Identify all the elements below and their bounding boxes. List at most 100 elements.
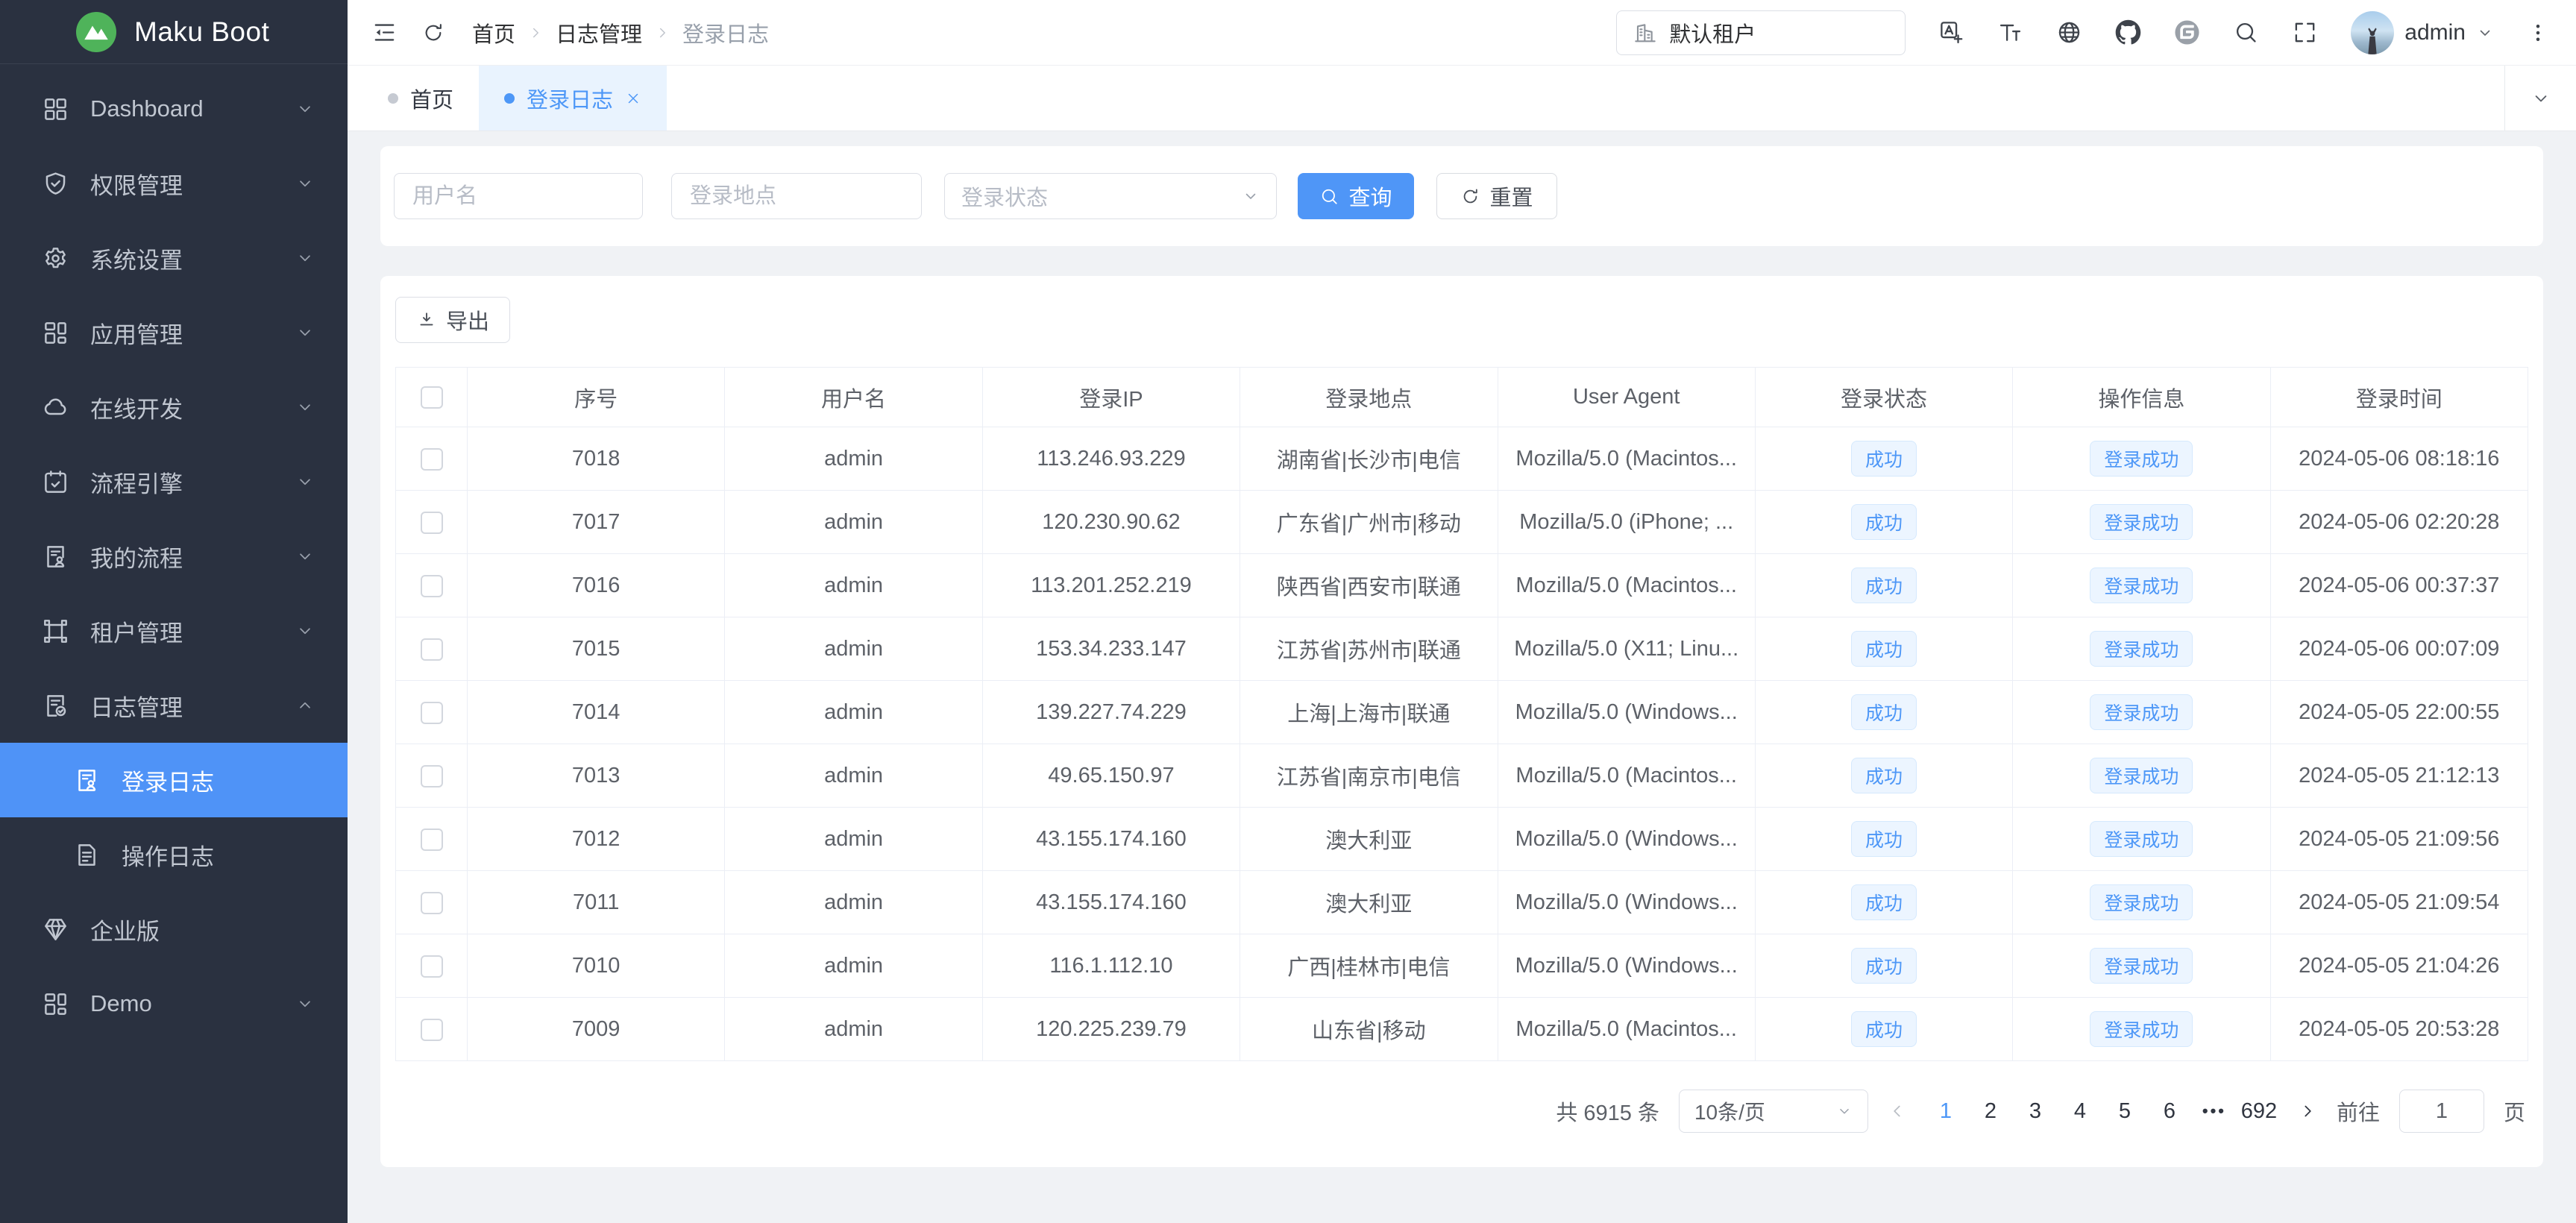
more-pages-icon[interactable]: ••• — [2195, 1090, 2234, 1133]
username-input[interactable] — [394, 173, 643, 219]
tab-list-dropdown[interactable] — [2504, 66, 2576, 131]
breadcrumb-log-management[interactable]: 日志管理 — [556, 17, 642, 48]
operation-badge[interactable]: 登录成功 — [2090, 504, 2193, 540]
status-badge: 成功 — [1851, 884, 1917, 920]
table-row: 7018 admin 113.246.93.229 湖南省|长沙市|电信 Moz… — [396, 427, 2528, 491]
page-number[interactable]: 5 — [2105, 1090, 2144, 1133]
sidebar-item-log-management[interactable]: 日志管理 — [0, 668, 348, 743]
page-number[interactable]: 4 — [2061, 1090, 2099, 1133]
github-icon[interactable] — [2115, 19, 2141, 45]
operation-badge[interactable]: 登录成功 — [2090, 1011, 2193, 1047]
page-number[interactable]: 6 — [2150, 1090, 2189, 1133]
sidebar-item-dashboard[interactable]: Dashboard — [0, 72, 348, 146]
cell-time: 2024-05-05 21:09:56 — [2270, 808, 2528, 871]
sidebar-item-operation-log[interactable]: 操作日志 — [0, 817, 348, 892]
operation-badge[interactable]: 登录成功 — [2090, 631, 2193, 667]
collapse-sidebar-icon[interactable] — [371, 19, 398, 45]
reset-button[interactable]: 重置 — [1436, 173, 1557, 219]
refresh-icon[interactable] — [421, 21, 445, 45]
chevron-down-icon — [2531, 88, 2551, 109]
translate-icon[interactable] — [1938, 19, 1964, 45]
operation-badge[interactable]: 登录成功 — [2090, 948, 2193, 984]
search-icon[interactable] — [2233, 19, 2259, 45]
close-icon[interactable] — [625, 90, 641, 107]
cell-useragent: Mozilla/5.0 (Macintos... — [1498, 427, 1755, 491]
row-checkbox[interactable] — [421, 765, 443, 787]
operation-badge[interactable]: 登录成功 — [2090, 821, 2193, 857]
shield-icon — [42, 170, 69, 198]
chevron-down-icon — [295, 994, 315, 1013]
sidebar-item-workflow-engine[interactable]: 流程引擎 — [0, 444, 348, 519]
document-icon — [73, 841, 101, 869]
page-size-select[interactable]: 10条/页 — [1679, 1090, 1868, 1133]
cell-ip: 120.230.90.62 — [982, 491, 1240, 554]
tab-login-log[interactable]: 登录日志 — [479, 66, 667, 131]
gitee-icon[interactable] — [2174, 19, 2200, 45]
goto-label: 前往 — [2337, 1095, 2380, 1127]
col-header-username: 用户名 — [725, 368, 982, 427]
row-checkbox[interactable] — [421, 512, 443, 534]
cell-username: admin — [725, 934, 982, 998]
operation-badge[interactable]: 登录成功 — [2090, 441, 2193, 477]
operation-badge[interactable]: 登录成功 — [2090, 568, 2193, 603]
row-checkbox[interactable] — [421, 638, 443, 661]
search-button[interactable]: 查询 — [1298, 173, 1414, 219]
fullscreen-icon[interactable] — [2292, 19, 2318, 45]
row-checkbox[interactable] — [421, 1019, 443, 1041]
cell-index: 7018 — [468, 427, 725, 491]
operation-badge[interactable]: 登录成功 — [2090, 884, 2193, 920]
sidebar-item-login-log[interactable]: 登录日志 — [0, 743, 348, 817]
pagination: 共 6915 条 10条/页 1 2 3 4 5 6 ••• 692 — [395, 1090, 2528, 1133]
more-options-icon[interactable] — [2527, 22, 2549, 44]
select-all-checkbox[interactable] — [421, 386, 443, 409]
table-row: 7013 admin 49.65.150.97 江苏省|南京市|电信 Mozil… — [396, 744, 2528, 808]
sidebar-item-enterprise[interactable]: 企业版 — [0, 892, 348, 966]
page-number-last[interactable]: 692 — [2240, 1090, 2278, 1133]
row-checkbox[interactable] — [421, 955, 443, 978]
cell-username: admin — [725, 554, 982, 617]
globe-icon[interactable] — [2056, 19, 2082, 45]
prev-page-button[interactable] — [1888, 1101, 1907, 1121]
cell-useragent: Mozilla/5.0 (Windows... — [1498, 934, 1755, 998]
next-page-button[interactable] — [2298, 1101, 2317, 1121]
sidebar-item-system-settings[interactable]: 系统设置 — [0, 221, 348, 295]
row-checkbox[interactable] — [421, 448, 443, 471]
cell-ip: 43.155.174.160 — [982, 808, 1240, 871]
cell-index: 7015 — [468, 617, 725, 681]
row-checkbox[interactable] — [421, 702, 443, 724]
page-number[interactable]: 3 — [2016, 1090, 2055, 1133]
sidebar-item-application[interactable]: 应用管理 — [0, 295, 348, 370]
operation-badge[interactable]: 登录成功 — [2090, 758, 2193, 793]
cell-username: admin — [725, 427, 982, 491]
operation-badge[interactable]: 登录成功 — [2090, 694, 2193, 730]
cell-ip: 113.201.252.219 — [982, 554, 1240, 617]
font-size-icon[interactable] — [1997, 19, 2023, 45]
sidebar-item-tenant[interactable]: 租户管理 — [0, 594, 348, 668]
cell-location: 山东省|移动 — [1240, 998, 1498, 1061]
main-area: 首页 日志管理 登录日志 默认租户 ad — [348, 0, 2576, 1223]
sidebar-item-permission[interactable]: 权限管理 — [0, 146, 348, 221]
export-button[interactable]: 导出 — [395, 297, 510, 343]
breadcrumb-home[interactable]: 首页 — [472, 17, 515, 48]
chevron-down-icon — [1242, 187, 1260, 205]
row-checkbox[interactable] — [421, 892, 443, 914]
sidebar-item-my-workflow[interactable]: 我的流程 — [0, 519, 348, 594]
user-menu[interactable]: admin — [2351, 11, 2494, 54]
sidebar-item-demo[interactable]: Demo — [0, 966, 348, 1041]
status-select-placeholder: 登录状态 — [961, 180, 1048, 212]
app-logo: Maku Boot — [0, 0, 348, 64]
row-checkbox[interactable] — [421, 829, 443, 851]
tenant-select[interactable]: 默认租户 — [1616, 10, 1906, 55]
page-number[interactable]: 1 — [1926, 1090, 1965, 1133]
cell-location: 广东省|广州市|移动 — [1240, 491, 1498, 554]
sidebar-item-label: 权限管理 — [90, 167, 183, 201]
page-numbers: 1 2 3 4 5 6 ••• 692 — [1926, 1090, 2278, 1133]
status-select[interactable]: 登录状态 — [944, 173, 1277, 219]
sidebar-item-online-dev[interactable]: 在线开发 — [0, 370, 348, 444]
cell-index: 7009 — [468, 998, 725, 1061]
page-number[interactable]: 2 — [1971, 1090, 2010, 1133]
row-checkbox[interactable] — [421, 575, 443, 597]
location-input[interactable] — [671, 173, 922, 219]
goto-page-input[interactable] — [2399, 1090, 2484, 1133]
tab-home[interactable]: 首页 — [362, 66, 479, 131]
